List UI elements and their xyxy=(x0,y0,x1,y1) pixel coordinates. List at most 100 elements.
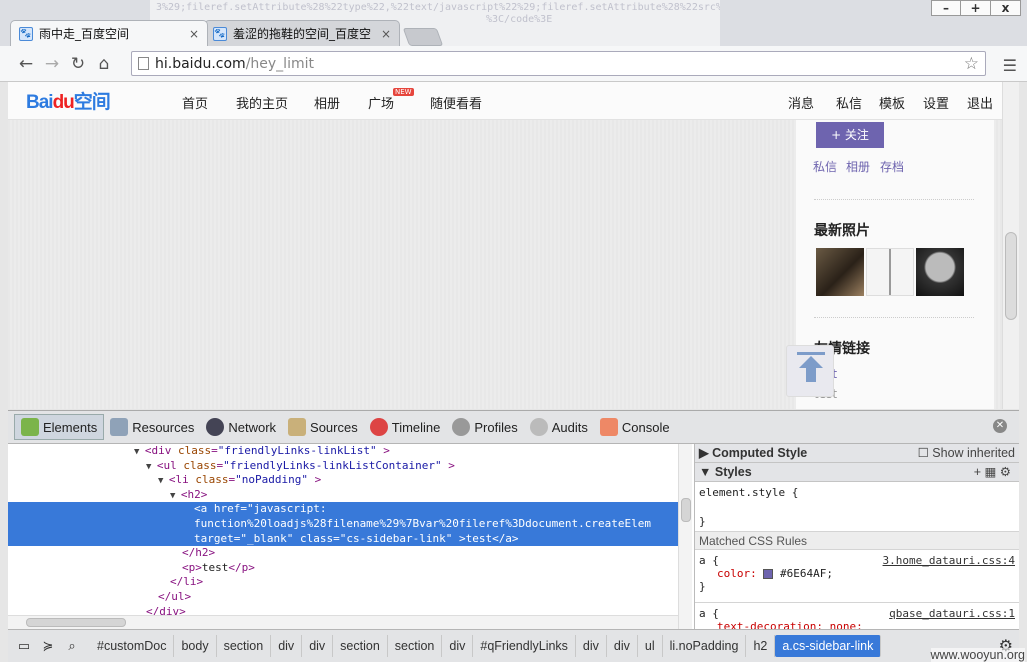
breadcrumb-item[interactable]: div xyxy=(576,635,607,657)
tab-console[interactable]: Console xyxy=(594,414,676,440)
styles-header[interactable]: ▼ Styles + ▦ ⚙ xyxy=(695,463,1019,482)
breadcrumb-item[interactable]: #customDoc xyxy=(90,635,175,657)
dom-node-line[interactable]: </li> xyxy=(8,575,678,590)
color-swatch[interactable] xyxy=(763,569,774,579)
breadcrumb-item[interactable]: a.cs-sidebar-link xyxy=(775,635,882,657)
show-inherited-checkbox[interactable]: ☐ Show inherited xyxy=(918,444,1015,462)
sidebar-link-album[interactable]: 相册 xyxy=(846,158,870,175)
close-tab-icon[interactable]: × xyxy=(381,27,391,41)
dom-node-line[interactable]: <a href="javascript: xyxy=(8,502,678,517)
nav-random[interactable]: 随便看看 xyxy=(430,93,482,112)
element-style-selector: element.style { xyxy=(699,486,799,499)
tab-elements[interactable]: Elements xyxy=(14,414,105,440)
menu-icon[interactable]: ☰ xyxy=(1003,56,1017,75)
nav-album[interactable]: 相册 xyxy=(314,93,340,112)
close-tab-icon[interactable]: × xyxy=(189,27,199,41)
breadcrumb-item[interactable]: div xyxy=(302,635,334,657)
dom-node-line[interactable]: target="_blank" class="cs-sidebar-link" … xyxy=(8,531,678,547)
close-window-button[interactable]: x xyxy=(991,0,1021,16)
forward-icon[interactable]: → xyxy=(39,54,65,74)
console-drawer-icon[interactable]: ≽ xyxy=(36,638,60,654)
tab-timeline[interactable]: Timeline xyxy=(364,414,447,440)
back-icon[interactable]: ← xyxy=(13,54,39,74)
nav-private-msg[interactable]: 私信 xyxy=(836,93,862,112)
expand-triangle-icon[interactable]: ▼ xyxy=(158,476,169,486)
expand-triangle-icon[interactable]: ▼ xyxy=(134,447,145,457)
address-bar[interactable]: hi.baidu.com/hey_limit ☆ xyxy=(131,51,986,76)
rule-source-link[interactable]: 3.home_datauri.css:4 xyxy=(883,554,1015,567)
computed-style-header[interactable]: ▶ Computed Style ☐ Show inherited xyxy=(695,444,1019,463)
nav-template[interactable]: 模板 xyxy=(879,93,905,112)
search-icon[interactable]: ⌕ xyxy=(60,638,84,654)
breadcrumb-item[interactable]: div xyxy=(607,635,638,657)
breadcrumb-item[interactable]: div xyxy=(442,635,474,657)
styles-pane: ▶ Computed Style ☐ Show inherited ▼ Styl… xyxy=(694,444,1019,629)
new-tab-button[interactable] xyxy=(402,28,444,46)
window-controls: – + x xyxy=(931,0,1021,16)
expand-triangle-icon[interactable]: ▼ xyxy=(146,462,157,472)
nav-my-page[interactable]: 我的主页 xyxy=(236,93,288,112)
css-rule[interactable]: a { 3.home_datauri.css:4 color: #6E64AF;… xyxy=(695,550,1019,603)
photo-thumbnail[interactable] xyxy=(816,248,864,296)
dom-node-line[interactable]: </h2> xyxy=(8,546,678,561)
photo-thumbnail[interactable] xyxy=(866,248,914,296)
tab-audits[interactable]: Audits xyxy=(524,414,594,440)
close-devtools-icon[interactable]: ✕ xyxy=(993,419,1007,433)
brace: } xyxy=(699,580,706,593)
page-scrollbar[interactable] xyxy=(1002,82,1019,409)
breadcrumb-item[interactable]: section xyxy=(217,635,272,657)
tab-resources[interactable]: Resources xyxy=(104,414,200,440)
back-to-top-button[interactable] xyxy=(786,345,834,397)
dom-node-line[interactable]: ▼ <div class="friendlyLinks-linkList" > xyxy=(8,444,678,459)
brace: } xyxy=(699,515,706,528)
tab-sources[interactable]: Sources xyxy=(282,414,364,440)
breadcrumb-item[interactable]: section xyxy=(388,635,443,657)
expand-triangle-icon[interactable]: ▼ xyxy=(170,491,181,501)
dock-icon[interactable]: ▭ xyxy=(12,638,36,654)
follow-button[interactable]: + 关注 xyxy=(816,122,884,148)
scrollbar-thumb[interactable] xyxy=(681,498,691,522)
scrollbar-thumb[interactable] xyxy=(26,618,126,627)
new-badge: NEW xyxy=(393,88,414,96)
baidu-logo[interactable]: Baidu空间 xyxy=(26,87,111,114)
photo-thumbnail[interactable] xyxy=(916,248,964,296)
breadcrumb-item[interactable]: h2 xyxy=(746,635,776,657)
tab-inactive[interactable]: 🐾 羞涩的拖鞋的空间_百度空 × xyxy=(204,20,400,46)
sidebar-link-message[interactable]: 私信 xyxy=(813,158,837,175)
home-icon[interactable]: ⌂ xyxy=(91,54,117,74)
dom-tree[interactable]: ▼ <div class="friendlyLinks-linkList" > ▼… xyxy=(8,444,678,629)
nav-messages[interactable]: 消息 xyxy=(788,93,814,112)
dom-node-line[interactable]: </ul> xyxy=(8,590,678,605)
nav-home[interactable]: 首页 xyxy=(182,93,208,112)
dom-horizontal-scrollbar[interactable] xyxy=(8,615,678,629)
dom-scrollbar[interactable] xyxy=(678,444,692,629)
dom-node-line[interactable]: ▼ <ul class="friendlyLinks-linkListConta… xyxy=(8,459,678,474)
dom-node-line[interactable]: ▼ <li class="noPadding" > xyxy=(8,473,678,488)
breadcrumb-item[interactable]: li.noPadding xyxy=(663,635,747,657)
divider xyxy=(814,317,974,318)
reload-icon[interactable]: ↻ xyxy=(65,54,91,74)
tab-profiles[interactable]: Profiles xyxy=(446,414,523,440)
css-rule[interactable]: a { qbase_datauri.css:1 text-decoration:… xyxy=(695,603,1019,629)
breadcrumb-item[interactable]: section xyxy=(333,635,388,657)
element-style-rule[interactable]: element.style { } xyxy=(695,482,1019,532)
tab-active[interactable]: 🐾 雨中走_百度空间 × xyxy=(10,20,208,46)
styles-toolbar-icons[interactable]: + ▦ ⚙ xyxy=(974,463,1011,481)
nav-logout[interactable]: 退出 xyxy=(967,93,993,112)
bookmark-star-icon[interactable]: ☆ xyxy=(964,54,979,74)
minimize-button[interactable]: – xyxy=(931,0,961,16)
dom-node-line[interactable]: function%20loadjs%28filename%29%7Bvar%20… xyxy=(8,516,678,532)
breadcrumb-item[interactable]: div xyxy=(271,635,303,657)
rule-source-link[interactable]: qbase_datauri.css:1 xyxy=(889,607,1015,620)
nav-square[interactable]: 广场 xyxy=(368,93,394,112)
scrollbar-thumb[interactable] xyxy=(1005,232,1017,320)
maximize-button[interactable]: + xyxy=(961,0,991,16)
breadcrumb-item[interactable]: body xyxy=(174,635,217,657)
breadcrumb-item[interactable]: #qFriendlyLinks xyxy=(473,635,576,657)
dom-node-line[interactable]: <p>test</p> xyxy=(8,561,678,576)
nav-settings[interactable]: 设置 xyxy=(923,93,949,112)
dom-node-line[interactable]: ▼ <h2> xyxy=(8,488,678,503)
breadcrumb-item[interactable]: ul xyxy=(638,635,663,657)
sidebar-link-archive[interactable]: 存档 xyxy=(880,158,904,175)
tab-network[interactable]: Network xyxy=(200,414,282,440)
